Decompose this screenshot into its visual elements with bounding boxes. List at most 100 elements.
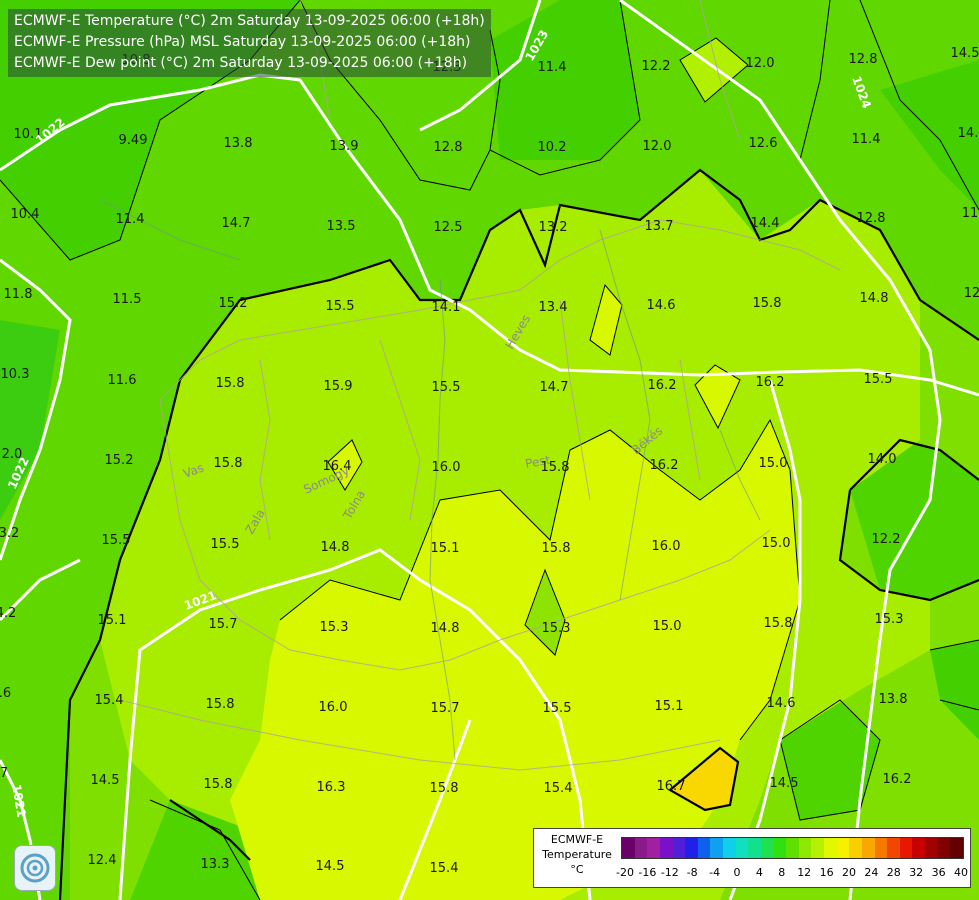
logo-icon [14,845,56,891]
grid-value: 15.1 [431,541,460,556]
grid-value: 13.2 [539,220,568,235]
grid-value: 16.7 [657,779,686,794]
legend-swatch [925,838,938,858]
legend-swatch [836,838,850,858]
grid-value: 15.8 [204,777,233,792]
grid-value: 13.5 [327,219,356,234]
legend-swatch [849,838,862,858]
grid-value: 15.0 [762,536,791,551]
grid-value: 16.0 [432,460,461,475]
legend-model: ECMWF-E [550,833,604,846]
header-pressure: ECMWF-E Pressure (hPa) MSL Saturday 13-0… [14,34,471,50]
legend-tick: 12 [797,866,812,879]
grid-value: 14.7 [222,216,251,231]
grid-value: 15.8 [206,697,235,712]
legend-tick: 8 [778,866,786,879]
legend-tick: -8 [686,866,698,879]
grid-value: 15.3 [542,621,571,636]
grid-value: 15.3 [875,612,904,627]
color-legend: ECMWF-E Temperature °C -20 -16 -12 -8 -4 0 4 8 1… [533,828,971,888]
grid-value: 16.0 [319,700,348,715]
grid-value: 13.8 [879,692,908,707]
grid-value: 15.4 [95,693,124,708]
grid-value: 13.8 [224,136,253,151]
grid-value: 15.0 [759,456,788,471]
header-temperature: ECMWF-E Temperature (°C) 2m Saturday 13-… [14,13,485,29]
grid-value: 15.4 [430,861,459,876]
grid-value: 12.0 [643,139,672,154]
legend-swatch [723,838,736,858]
grid-value: 15.8 [542,541,571,556]
grid-value: 4.2 [0,606,16,621]
grid-value: 14.4 [751,216,780,231]
grid-value: 11.4 [538,60,567,75]
grid-value: 13.4 [539,300,568,315]
grid-value: 12.5 [434,220,463,235]
legend-swatch [937,838,951,858]
grid-value: 15.5 [864,372,893,387]
legend-swatch [950,838,963,858]
legend-swatch [710,838,723,858]
grid-value: 15.5 [211,537,240,552]
grid-value: 13.3 [201,857,230,872]
grid-value: 3.2 [0,526,19,541]
grid-value: 16.2 [648,378,677,393]
grid-value: 10.2 [538,140,567,155]
legend-swatch [874,838,888,858]
grid-value: 12.4 [88,853,117,868]
grid-value: 14.5 [91,773,120,788]
grid-value: 15.7 [209,617,238,632]
grid-value: 15.9 [324,379,353,394]
legend-swatch [735,838,749,858]
legend-swatch [811,838,824,858]
grid-value: 14.1 [432,300,461,315]
legend-swatch [786,838,799,858]
legend-swatch [760,838,774,858]
grid-value: 15.1 [98,613,127,628]
grid-value: 15.8 [764,616,793,631]
grid-value: 14.6 [767,696,796,711]
legend-swatch [748,838,761,858]
legend-swatch [887,838,900,858]
legend-tick: -16 [638,866,657,879]
grid-value: 7 [0,766,8,781]
legend-swatch [685,838,698,858]
grid-value: 15.2 [219,296,248,311]
grid-value: 16.4 [323,459,352,474]
grid-value: 15.5 [432,380,461,395]
legend-tick: 4 [755,866,763,879]
legend-tick: 36 [931,866,946,879]
legend-swatch [659,838,673,858]
legend-swatch [861,838,875,858]
grid-value: 14.8 [431,621,460,636]
grid-value: 10.3 [1,367,30,382]
legend-swatch [697,838,711,858]
grid-value: 12.0 [746,56,775,71]
map-header: ECMWF-E Temperature (°C) 2m Saturday 13-… [8,9,491,77]
grid-value: 11.4 [852,132,881,147]
legend-swatch [773,838,787,858]
grid-value: 15.0 [653,619,682,634]
grid-value: 9.49 [119,133,148,148]
header-dewpoint: ECMWF-E Dew point (°C) 2m Saturday 13-09… [14,55,468,71]
legend-tick: 24 [864,866,879,879]
legend-tick: 40 [954,866,968,879]
grid-value: 15.8 [214,456,243,471]
grid-value: 15.2 [105,453,134,468]
legend-swatch [824,838,837,858]
grid-value: 12.2 [872,532,901,547]
grid-value: 12 [964,286,979,301]
legend-ticks: -20 -16 -12 -8 -4 0 4 8 12 16 20 24 28 32 36 40 [615,866,968,880]
legend-swatch [634,838,648,858]
grid-value: 13.9 [330,139,359,154]
legend-tick: 16 [819,866,834,879]
grid-value: 16.2 [650,458,679,473]
grid-value: 15.7 [431,701,460,716]
grid-value: 15.3 [320,620,349,635]
grid-value: 10.4 [11,207,40,222]
legend-variable: Temperature [542,848,612,861]
grid-value: 15.1 [655,699,684,714]
grid-value: 13.7 [645,219,674,234]
grid-value: 14. [958,126,979,141]
legend-tick: -12 [660,866,679,879]
